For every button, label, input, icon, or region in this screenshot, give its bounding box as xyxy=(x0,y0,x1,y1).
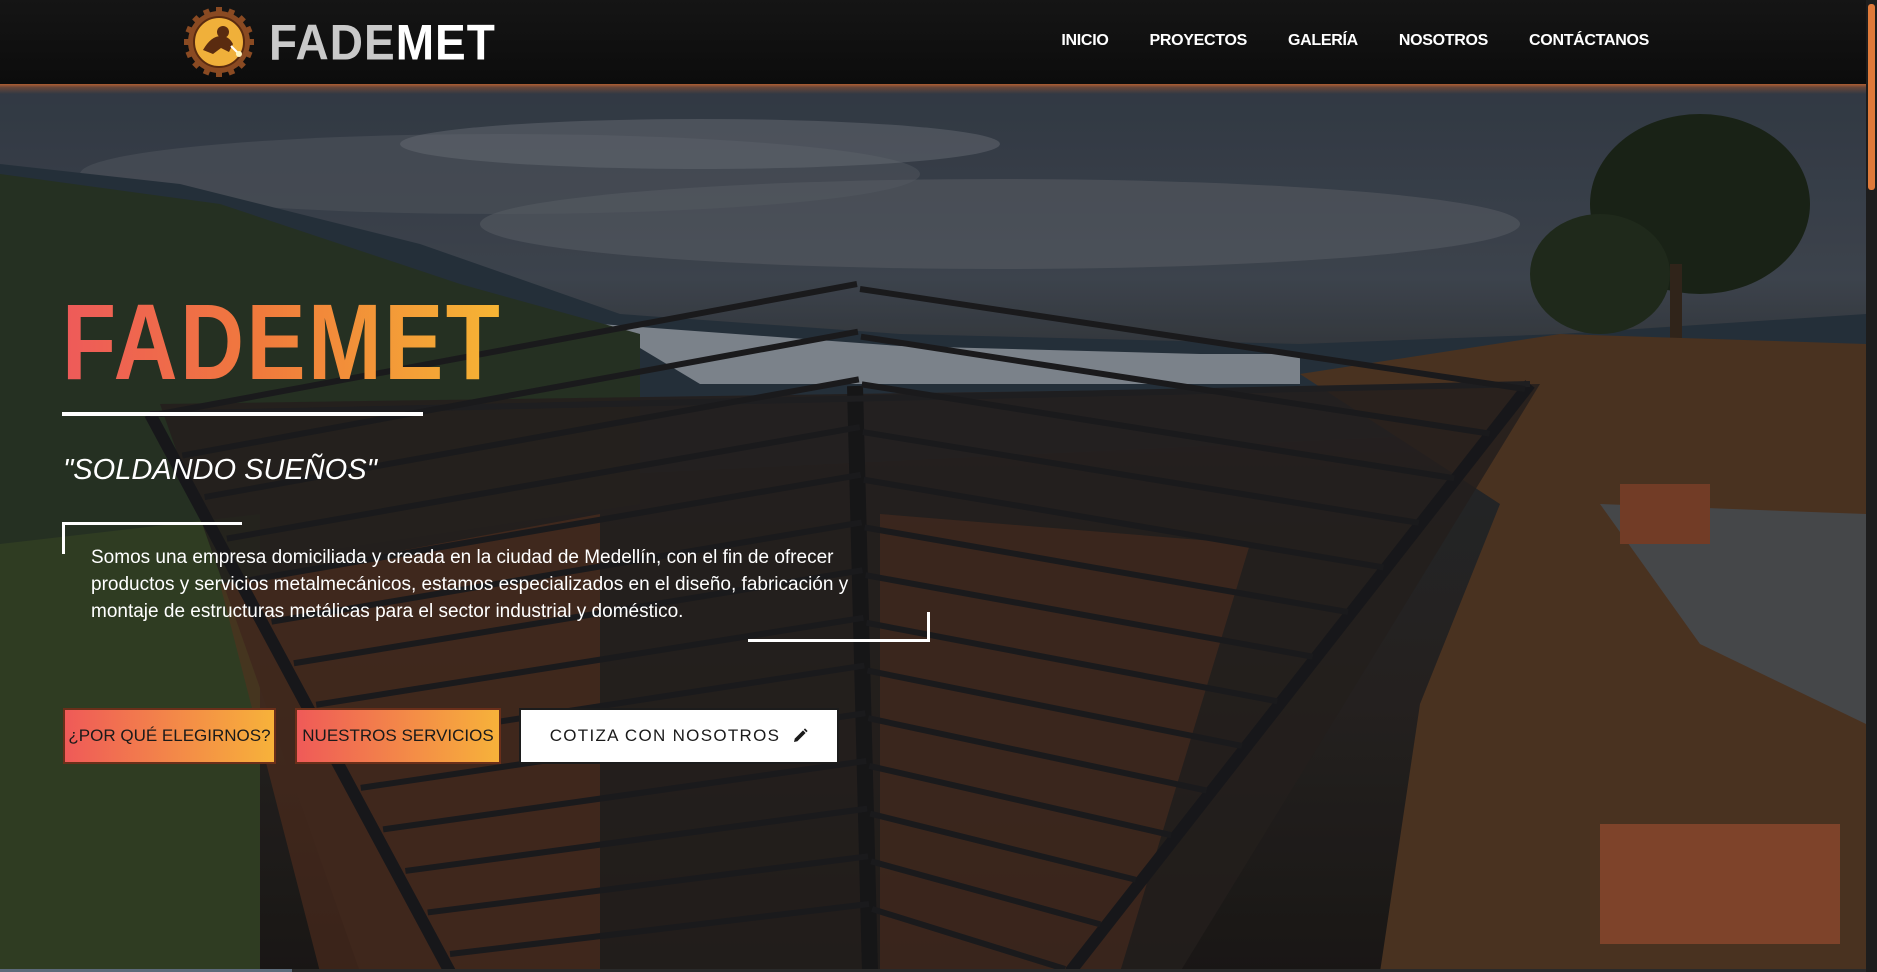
hero-slogan: "SOLDANDO SUEÑOS" xyxy=(63,454,377,486)
logo-text-met: MET xyxy=(395,13,496,71)
description-frame-bottom-right xyxy=(748,612,930,642)
our-services-button[interactable]: NUESTROS SERVICIOS xyxy=(295,708,501,764)
pencil-icon xyxy=(794,728,808,742)
logo[interactable]: FADEMET xyxy=(183,6,496,78)
nav-item-proyectos[interactable]: PROYECTOS xyxy=(1149,32,1247,50)
quote-with-us-button[interactable]: COTIZA CON NOSOTROS xyxy=(519,708,839,764)
hero-title: FADEMET xyxy=(62,281,503,402)
hero-title-underline xyxy=(62,412,423,416)
scrollbar-thumb[interactable] xyxy=(1868,4,1875,190)
why-choose-us-label: ¿POR QUÉ ELEGIRNOS? xyxy=(68,726,271,745)
our-services-label: NUESTROS SERVICIOS xyxy=(302,726,494,745)
site-header: FADEMET INICIO PROYECTOS GALERÍA NOSOTRO… xyxy=(0,0,1866,84)
nav-item-inicio[interactable]: INICIO xyxy=(1061,32,1108,50)
why-choose-us-button[interactable]: ¿POR QUÉ ELEGIRNOS? xyxy=(63,708,276,764)
welder-gear-emblem-icon xyxy=(184,7,254,77)
main-nav: INICIO PROYECTOS GALERÍA NOSOTROS CONTÁC… xyxy=(1020,32,1649,50)
hero-section xyxy=(0,84,1866,972)
nav-item-contactanos[interactable]: CONTÁCTANOS xyxy=(1529,32,1649,50)
quote-with-us-label: COTIZA CON NOSOTROS xyxy=(549,726,781,745)
page-scrollbar[interactable] xyxy=(1866,0,1877,972)
logo-wordmark: FADEMET xyxy=(269,17,496,67)
nav-item-nosotros[interactable]: NOSOTROS xyxy=(1399,32,1488,50)
logo-text-fade: FADE xyxy=(269,13,396,71)
nav-item-galeria[interactable]: GALERÍA xyxy=(1288,32,1358,50)
hero-dark-overlay xyxy=(0,84,1866,972)
